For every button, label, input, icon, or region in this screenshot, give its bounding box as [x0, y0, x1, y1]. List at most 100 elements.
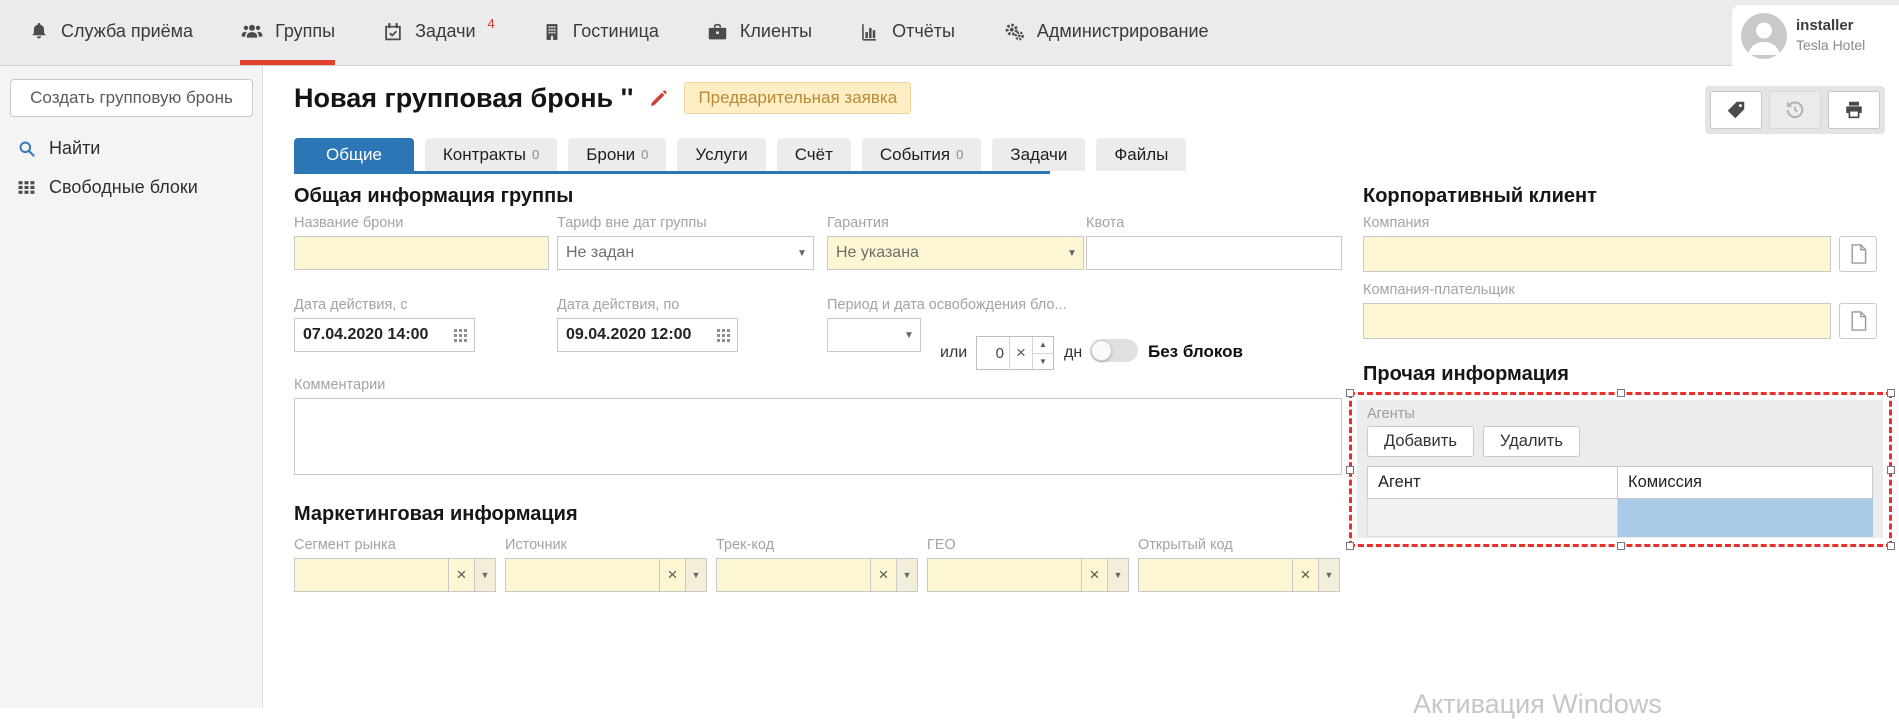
briefcase-icon: [706, 21, 729, 43]
nav-item-label: Группы: [275, 21, 335, 42]
corporate-client-heading: Корпоративный клиент: [1363, 185, 1597, 208]
agents-column-header[interactable]: Агент: [1368, 467, 1618, 499]
calendar-check-icon: [382, 21, 404, 43]
nav-item-reports[interactable]: Отчёты: [859, 0, 955, 65]
spinner-up-icon[interactable]: ▲: [1033, 337, 1053, 354]
quota-input[interactable]: [1087, 237, 1341, 269]
select-company-button[interactable]: [1839, 236, 1877, 272]
calendar-grid-icon[interactable]: [454, 329, 467, 342]
market-segment-combo[interactable]: × ▼: [294, 558, 496, 592]
tab-general[interactable]: Общие: [294, 138, 414, 171]
combo-input[interactable]: [717, 559, 870, 591]
clear-icon[interactable]: ×: [659, 559, 685, 591]
tag-icon: [1725, 99, 1747, 121]
no-blocks-label: Без блоков: [1148, 342, 1243, 362]
sidebar-item-free-blocks[interactable]: Свободные блоки: [0, 168, 262, 207]
clear-icon[interactable]: ×: [1009, 337, 1032, 369]
gears-icon: [1002, 21, 1026, 43]
spinner-down-icon[interactable]: ▼: [1033, 354, 1053, 370]
no-blocks-toggle[interactable]: [1090, 339, 1138, 362]
group-icon: [240, 21, 264, 43]
geo-combo[interactable]: × ▼: [927, 558, 1129, 592]
chevron-down-icon[interactable]: ▼: [1107, 559, 1128, 591]
nav-item-groups[interactable]: Группы: [240, 0, 335, 65]
clear-icon[interactable]: ×: [1081, 559, 1107, 591]
date-from-field: Дата действия, с: [294, 297, 475, 352]
agents-table: Агент Комиссия: [1367, 466, 1873, 537]
agent-cell[interactable]: [1368, 499, 1618, 537]
page-header: Новая групповая бронь '' Предварительная…: [294, 82, 911, 114]
date-from-input[interactable]: [295, 319, 454, 351]
nav-item-label: Клиенты: [740, 21, 812, 42]
chevron-down-icon[interactable]: ▼: [896, 559, 917, 591]
combo-input[interactable]: [506, 559, 659, 591]
grid-icon: [17, 178, 36, 197]
rate-select[interactable]: Не задан ▼: [557, 236, 814, 270]
tab-tasks[interactable]: Задачи: [992, 138, 1085, 171]
tab-bookings[interactable]: Брони0: [568, 138, 666, 171]
source-combo[interactable]: × ▼: [505, 558, 707, 592]
nav-item-tasks[interactable]: Задачи4: [382, 0, 495, 65]
or-text: или: [940, 344, 967, 362]
tab-services[interactable]: Услуги: [677, 138, 765, 171]
calendar-grid-icon[interactable]: [717, 329, 730, 342]
open-code-field: Открытый код × ▼: [1138, 537, 1340, 592]
nav-item-front-desk[interactable]: Служба приёма: [28, 0, 193, 65]
payer-company-input[interactable]: [1364, 304, 1830, 338]
chevron-down-icon[interactable]: ▼: [685, 559, 706, 591]
track-code-combo[interactable]: × ▼: [716, 558, 918, 592]
clear-icon[interactable]: ×: [448, 559, 474, 591]
commission-cell-selected[interactable]: [1617, 499, 1872, 537]
search-icon: [17, 139, 36, 158]
days-value[interactable]: 0: [977, 337, 1009, 369]
print-button[interactable]: [1828, 91, 1880, 129]
history-button[interactable]: [1769, 91, 1821, 129]
field-label: Дата действия, с: [294, 297, 475, 313]
release-period-select[interactable]: ▼: [827, 318, 921, 352]
annotation-handle: [1887, 542, 1895, 550]
create-group-booking-button[interactable]: Создать групповую бронь: [10, 79, 253, 117]
combo-input[interactable]: [1139, 559, 1292, 591]
top-navigation: Служба приёма Группы Задачи4 Гостиница К…: [0, 0, 1899, 66]
sidebar-item-find[interactable]: Найти: [0, 129, 262, 168]
history-icon: [1784, 99, 1806, 121]
tags-button[interactable]: [1710, 91, 1762, 129]
select-payer-company-button[interactable]: [1839, 303, 1877, 339]
field-label: Квота: [1086, 215, 1342, 231]
tab-events[interactable]: События0: [862, 138, 981, 171]
annotation-handle: [1887, 466, 1895, 474]
agents-label: Агенты: [1367, 406, 1873, 422]
chevron-down-icon[interactable]: ▼: [474, 559, 495, 591]
nav-item-administration[interactable]: Администрирование: [1002, 0, 1209, 65]
annotation-handle: [1346, 466, 1354, 474]
field-label: Комментарии: [294, 377, 1342, 393]
chevron-down-icon[interactable]: ▼: [1318, 559, 1339, 591]
clear-icon[interactable]: ×: [1292, 559, 1318, 591]
open-code-combo[interactable]: × ▼: [1138, 558, 1340, 592]
nav-item-hotel[interactable]: Гостиница: [542, 0, 659, 65]
company-input[interactable]: [1364, 237, 1830, 271]
combo-input[interactable]: [295, 559, 448, 591]
tab-count: 0: [532, 147, 539, 162]
tab-invoice[interactable]: Счёт: [777, 138, 851, 171]
tab-contracts[interactable]: Контракты0: [425, 138, 557, 171]
combo-input[interactable]: [928, 559, 1081, 591]
nav-item-label: Служба приёма: [61, 21, 193, 42]
commission-column-header[interactable]: Комиссия: [1617, 467, 1872, 499]
add-agent-button[interactable]: Добавить: [1367, 426, 1474, 457]
booking-name-input[interactable]: [295, 237, 548, 269]
tab-label: События: [880, 145, 950, 165]
tab-files[interactable]: Файлы: [1096, 138, 1186, 171]
user-menu[interactable]: installer Tesla Hotel: [1732, 5, 1899, 66]
tab-label: Услуги: [695, 145, 747, 165]
delete-agent-button[interactable]: Удалить: [1483, 426, 1580, 457]
comments-textarea[interactable]: [294, 398, 1342, 475]
date-to-input[interactable]: [558, 319, 717, 351]
field-label: Гарантия: [827, 215, 1084, 231]
edit-title-pencil-icon[interactable]: [649, 89, 668, 108]
guarantee-select[interactable]: Не указана ▼: [827, 236, 1084, 270]
clear-icon[interactable]: ×: [870, 559, 896, 591]
nav-item-clients[interactable]: Клиенты: [706, 0, 812, 65]
nav-item-label: Администрирование: [1037, 21, 1209, 42]
building-icon: [542, 21, 562, 43]
